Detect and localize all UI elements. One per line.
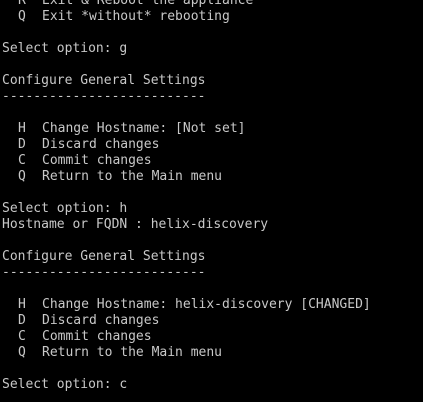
- menu-label: Commit changes: [42, 153, 152, 168]
- menu-key: R: [18, 0, 26, 8]
- menu-label: Return to the Main menu: [42, 169, 223, 184]
- menu-key: C: [18, 329, 26, 344]
- menu-key: D: [18, 137, 26, 152]
- select-option-prompt-2: Select option: h: [0, 201, 423, 217]
- menu-label: Discard changes: [42, 313, 160, 328]
- terminal-window[interactable]: R Exit & Reboot the appliance Q Exit *with…: [0, 0, 423, 402]
- menu-key: Q: [18, 345, 26, 360]
- menu-label: Exit & Reboot the appliance: [42, 0, 254, 8]
- menu-key: Q: [18, 9, 26, 24]
- section-title-1: Configure General Settings: [2, 73, 206, 88]
- menu-label: Commit changes: [42, 329, 152, 344]
- menu-item-exit: Q Exit *without* rebooting: [0, 9, 423, 25]
- menu-item-discard: D Discard changes: [0, 137, 423, 153]
- section-rule-2: --------------------------: [2, 265, 206, 280]
- menu-key: H: [18, 297, 26, 312]
- prompt-input[interactable]: c: [119, 377, 127, 392]
- select-option-prompt-1: Select option: g: [0, 41, 423, 57]
- section-rule-1: --------------------------: [2, 89, 206, 104]
- menu-key: H: [18, 121, 26, 136]
- menu-item-discard: D Discard changes: [0, 313, 423, 329]
- menu-label: Change Hostname: [Not set]: [42, 121, 246, 136]
- prompt-input: g: [119, 41, 128, 56]
- prompt-input: h: [119, 201, 128, 216]
- menu-item-commit: C Commit changes: [0, 329, 423, 345]
- menu-label: Exit *without* rebooting: [42, 9, 230, 24]
- menu-item-return: Q Return to the Main menu: [0, 345, 423, 361]
- menu-key: C: [18, 153, 26, 168]
- menu-item-commit: C Commit changes: [0, 153, 423, 169]
- hostname-prompt: Hostname or FQDN : helix-discovery: [0, 217, 423, 233]
- menu-label: Change Hostname: helix-discovery [CHANGE…: [42, 297, 371, 312]
- prompt-text: Select option:: [2, 201, 112, 216]
- menu-item-change-hostname: H Change Hostname: [Not set]: [0, 121, 423, 137]
- select-option-prompt-3[interactable]: Select option: c: [0, 377, 423, 393]
- prompt-input: helix-discovery: [150, 217, 269, 232]
- menu-key: D: [18, 313, 26, 328]
- section-title-2: Configure General Settings: [2, 249, 206, 264]
- menu-item-return: Q Return to the Main menu: [0, 169, 423, 185]
- menu-item-reboot: R Exit & Reboot the appliance: [0, 0, 423, 9]
- prompt-text: Select option:: [2, 377, 112, 392]
- prompt-text: Hostname or FQDN :: [2, 217, 143, 232]
- menu-label: Return to the Main menu: [42, 345, 223, 360]
- menu-label: Discard changes: [42, 137, 160, 152]
- prompt-text: Select option:: [2, 41, 112, 56]
- menu-key: Q: [18, 169, 26, 184]
- menu-item-change-hostname: H Change Hostname: helix-discovery [CHANG…: [0, 297, 423, 313]
